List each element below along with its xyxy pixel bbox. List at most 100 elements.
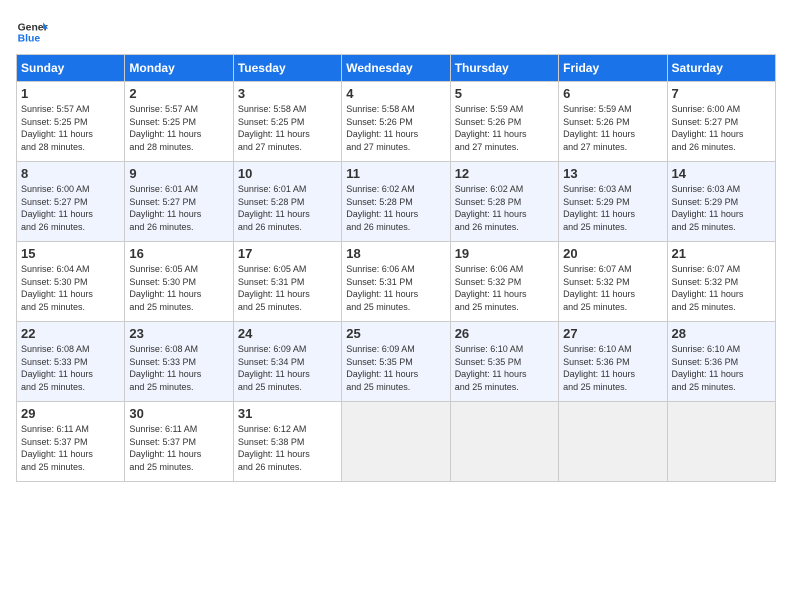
day-number: 6 [563, 86, 662, 101]
day-number: 22 [21, 326, 120, 341]
day-number: 7 [672, 86, 771, 101]
calendar-cell: 20 Sunrise: 6:07 AM Sunset: 5:32 PM Dayli… [559, 242, 667, 322]
day-number: 21 [672, 246, 771, 261]
weekday-header-tuesday: Tuesday [233, 55, 341, 82]
calendar-cell: 2 Sunrise: 5:57 AM Sunset: 5:25 PM Daylig… [125, 82, 233, 162]
weekday-header-friday: Friday [559, 55, 667, 82]
day-info: Sunrise: 6:10 AM Sunset: 5:36 PM Dayligh… [672, 343, 771, 393]
calendar-cell: 29 Sunrise: 6:11 AM Sunset: 5:37 PM Dayli… [17, 402, 125, 482]
day-number: 18 [346, 246, 445, 261]
day-info: Sunrise: 6:03 AM Sunset: 5:29 PM Dayligh… [563, 183, 662, 233]
calendar-cell: 26 Sunrise: 6:10 AM Sunset: 5:35 PM Dayli… [450, 322, 558, 402]
day-number: 23 [129, 326, 228, 341]
day-info: Sunrise: 6:09 AM Sunset: 5:35 PM Dayligh… [346, 343, 445, 393]
day-info: Sunrise: 6:01 AM Sunset: 5:27 PM Dayligh… [129, 183, 228, 233]
page-header: General Blue [16, 16, 776, 48]
day-info: Sunrise: 5:58 AM Sunset: 5:25 PM Dayligh… [238, 103, 337, 153]
calendar-cell: 12 Sunrise: 6:02 AM Sunset: 5:28 PM Dayli… [450, 162, 558, 242]
calendar-week-row: 15 Sunrise: 6:04 AM Sunset: 5:30 PM Dayli… [17, 242, 776, 322]
day-number: 13 [563, 166, 662, 181]
day-info: Sunrise: 6:08 AM Sunset: 5:33 PM Dayligh… [21, 343, 120, 393]
day-info: Sunrise: 5:58 AM Sunset: 5:26 PM Dayligh… [346, 103, 445, 153]
day-number: 24 [238, 326, 337, 341]
calendar-cell: 1Sunrise: 5:57 AM Sunset: 5:25 PM Daylig… [17, 82, 125, 162]
calendar-cell: 16Sunrise: 6:05 AM Sunset: 5:30 PM Dayli… [125, 242, 233, 322]
day-info: Sunrise: 6:04 AM Sunset: 5:30 PM Dayligh… [21, 263, 120, 313]
day-number: 8 [21, 166, 120, 181]
day-number: 25 [346, 326, 445, 341]
day-number: 31 [238, 406, 337, 421]
day-number: 17 [238, 246, 337, 261]
day-number: 5 [455, 86, 554, 101]
weekday-header-row: SundayMondayTuesdayWednesdayThursdayFrid… [17, 55, 776, 82]
day-number: 27 [563, 326, 662, 341]
calendar-cell [342, 402, 450, 482]
day-info: Sunrise: 6:10 AM Sunset: 5:35 PM Dayligh… [455, 343, 554, 393]
weekday-header-sunday: Sunday [17, 55, 125, 82]
weekday-header-saturday: Saturday [667, 55, 775, 82]
day-number: 2 [129, 86, 228, 101]
day-info: Sunrise: 6:02 AM Sunset: 5:28 PM Dayligh… [455, 183, 554, 233]
calendar-cell: 23 Sunrise: 6:08 AM Sunset: 5:33 PM Dayli… [125, 322, 233, 402]
day-number: 30 [129, 406, 228, 421]
day-info: Sunrise: 6:05 AM Sunset: 5:31 PM Dayligh… [238, 263, 337, 313]
calendar-cell: 4 Sunrise: 5:58 AM Sunset: 5:26 PM Daylig… [342, 82, 450, 162]
svg-text:Blue: Blue [18, 34, 41, 45]
calendar-cell: 21 Sunrise: 6:07 AM Sunset: 5:32 PM Dayli… [667, 242, 775, 322]
day-number: 3 [238, 86, 337, 101]
calendar-cell: 13 Sunrise: 6:03 AM Sunset: 5:29 PM Dayli… [559, 162, 667, 242]
day-number: 20 [563, 246, 662, 261]
calendar-week-row: 22 Sunrise: 6:08 AM Sunset: 5:33 PM Dayli… [17, 322, 776, 402]
day-info: Sunrise: 6:11 AM Sunset: 5:37 PM Dayligh… [21, 423, 120, 473]
logo-icon: General Blue [16, 16, 48, 48]
calendar-cell: 10 Sunrise: 6:01 AM Sunset: 5:28 PM Dayli… [233, 162, 341, 242]
calendar-cell: 11 Sunrise: 6:02 AM Sunset: 5:28 PM Dayli… [342, 162, 450, 242]
day-info: Sunrise: 6:10 AM Sunset: 5:36 PM Dayligh… [563, 343, 662, 393]
weekday-header-thursday: Thursday [450, 55, 558, 82]
calendar-cell: 8 Sunrise: 6:00 AM Sunset: 5:27 PM Daylig… [17, 162, 125, 242]
day-number: 28 [672, 326, 771, 341]
day-info: Sunrise: 6:02 AM Sunset: 5:28 PM Dayligh… [346, 183, 445, 233]
calendar-week-row: 1Sunrise: 5:57 AM Sunset: 5:25 PM Daylig… [17, 82, 776, 162]
day-info: Sunrise: 6:06 AM Sunset: 5:31 PM Dayligh… [346, 263, 445, 313]
calendar-week-row: 8 Sunrise: 6:00 AM Sunset: 5:27 PM Daylig… [17, 162, 776, 242]
calendar-cell: 9 Sunrise: 6:01 AM Sunset: 5:27 PM Daylig… [125, 162, 233, 242]
calendar-cell: 15 Sunrise: 6:04 AM Sunset: 5:30 PM Dayli… [17, 242, 125, 322]
day-number: 15 [21, 246, 120, 261]
day-number: 11 [346, 166, 445, 181]
day-number: 16 [129, 246, 228, 261]
calendar-cell: 28 Sunrise: 6:10 AM Sunset: 5:36 PM Dayli… [667, 322, 775, 402]
day-info: Sunrise: 6:09 AM Sunset: 5:34 PM Dayligh… [238, 343, 337, 393]
calendar-cell: 3 Sunrise: 5:58 AM Sunset: 5:25 PM Daylig… [233, 82, 341, 162]
day-number: 12 [455, 166, 554, 181]
calendar-cell: 17 Sunrise: 6:05 AM Sunset: 5:31 PM Dayli… [233, 242, 341, 322]
day-info: Sunrise: 6:06 AM Sunset: 5:32 PM Dayligh… [455, 263, 554, 313]
day-number: 4 [346, 86, 445, 101]
day-info: Sunrise: 5:59 AM Sunset: 5:26 PM Dayligh… [455, 103, 554, 153]
day-info: Sunrise: 6:01 AM Sunset: 5:28 PM Dayligh… [238, 183, 337, 233]
weekday-header-monday: Monday [125, 55, 233, 82]
calendar-week-row: 29 Sunrise: 6:11 AM Sunset: 5:37 PM Dayli… [17, 402, 776, 482]
day-number: 10 [238, 166, 337, 181]
day-info: Sunrise: 5:57 AM Sunset: 5:25 PM Dayligh… [129, 103, 228, 153]
day-number: 29 [21, 406, 120, 421]
calendar-cell: 22 Sunrise: 6:08 AM Sunset: 5:33 PM Dayli… [17, 322, 125, 402]
day-info: Sunrise: 6:07 AM Sunset: 5:32 PM Dayligh… [563, 263, 662, 313]
calendar-cell: 25 Sunrise: 6:09 AM Sunset: 5:35 PM Dayli… [342, 322, 450, 402]
calendar-cell: 27 Sunrise: 6:10 AM Sunset: 5:36 PM Dayli… [559, 322, 667, 402]
calendar-cell [450, 402, 558, 482]
calendar-cell: 18 Sunrise: 6:06 AM Sunset: 5:31 PM Dayli… [342, 242, 450, 322]
day-info: Sunrise: 6:07 AM Sunset: 5:32 PM Dayligh… [672, 263, 771, 313]
day-number: 9 [129, 166, 228, 181]
calendar-cell: 6 Sunrise: 5:59 AM Sunset: 5:26 PM Daylig… [559, 82, 667, 162]
day-info: Sunrise: 6:03 AM Sunset: 5:29 PM Dayligh… [672, 183, 771, 233]
day-number: 19 [455, 246, 554, 261]
day-info: Sunrise: 6:08 AM Sunset: 5:33 PM Dayligh… [129, 343, 228, 393]
day-info: Sunrise: 6:00 AM Sunset: 5:27 PM Dayligh… [21, 183, 120, 233]
calendar-cell: 31Sunrise: 6:12 AM Sunset: 5:38 PM Dayli… [233, 402, 341, 482]
day-number: 26 [455, 326, 554, 341]
day-info: Sunrise: 5:59 AM Sunset: 5:26 PM Dayligh… [563, 103, 662, 153]
calendar-cell: 14Sunrise: 6:03 AM Sunset: 5:29 PM Dayli… [667, 162, 775, 242]
logo: General Blue [16, 16, 48, 48]
calendar-cell: 19 Sunrise: 6:06 AM Sunset: 5:32 PM Dayli… [450, 242, 558, 322]
